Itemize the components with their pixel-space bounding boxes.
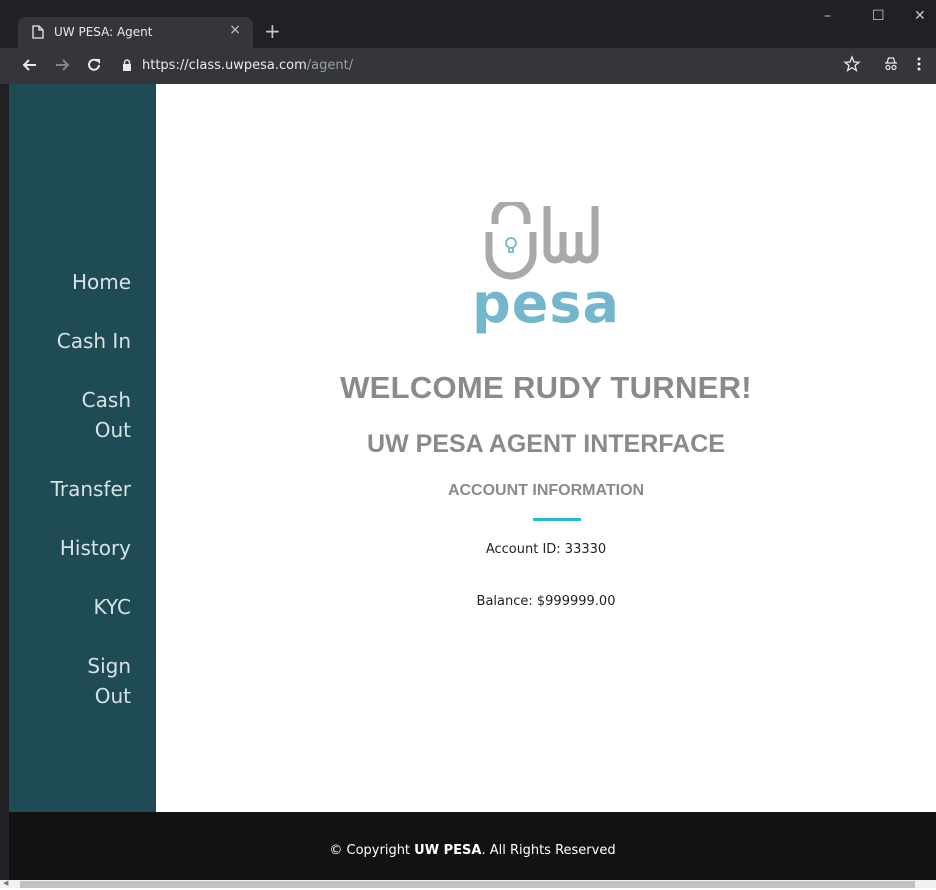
sidebar-item-kyc[interactable]: KYC	[9, 592, 156, 622]
sidebar-item-cash-out[interactable]: Cash Out	[71, 385, 156, 445]
sidebar-item-transfer[interactable]: Transfer	[9, 474, 156, 504]
window-edge	[0, 84, 9, 880]
minimize-icon[interactable]: –	[824, 8, 831, 24]
address-bar[interactable]: https://class.uwpesa.com/agent/	[122, 53, 882, 79]
browser-toolbar: https://class.uwpesa.com/agent/	[0, 48, 936, 84]
new-tab-icon[interactable]: +	[264, 19, 281, 43]
sidebar-item-sign-out[interactable]: Sign Out	[71, 651, 156, 711]
back-arrow-icon[interactable]	[20, 55, 40, 75]
page: Home Cash In Cash Out Transfer History K…	[9, 84, 936, 880]
footer-suffix: . All Rights Reserved	[481, 843, 616, 858]
sidebar-item-home[interactable]: Home	[9, 267, 156, 297]
horizontal-scrollbar[interactable]: ◀	[0, 880, 936, 888]
scroll-left-icon[interactable]: ◀	[3, 880, 8, 888]
lock-icon	[122, 55, 132, 71]
menu-kebab-icon[interactable]	[916, 55, 936, 75]
sidebar-item-cash-in[interactable]: Cash In	[9, 326, 156, 356]
footer-brand: UW PESA	[414, 843, 482, 858]
bookmark-star-icon[interactable]	[843, 55, 863, 75]
page-icon	[32, 25, 46, 40]
browser-tab[interactable]: UW PESA: Agent ×	[18, 17, 253, 48]
sidebar: Home Cash In Cash Out Transfer History K…	[9, 84, 156, 812]
reload-icon[interactable]	[84, 55, 104, 75]
main-content: pesa WELCOME RUDY TURNER! UW PESA AGENT …	[156, 84, 936, 812]
forward-arrow-icon[interactable]	[52, 55, 72, 75]
maximize-icon[interactable]: ☐	[872, 8, 885, 24]
tab-title: UW PESA: Agent	[54, 25, 153, 39]
sidebar-nav: Home Cash In Cash Out Transfer History K…	[9, 267, 156, 740]
incognito-icon[interactable]	[882, 55, 902, 75]
scrollbar-thumb[interactable]	[20, 881, 915, 888]
interface-subtitle: UW PESA AGENT INTERFACE	[367, 430, 725, 458]
account-info-heading: ACCOUNT INFORMATION	[447, 482, 645, 499]
url-host: https://class.uwpesa.com	[142, 58, 307, 73]
footer-prefix: © Copyright	[329, 843, 415, 858]
accent-divider	[533, 518, 581, 521]
sidebar-item-history[interactable]: History	[9, 533, 156, 563]
account-id: Account ID: 33330	[485, 542, 607, 557]
footer: © Copyright UW PESA. All Rights Reserved	[9, 812, 936, 880]
tab-close-icon[interactable]: ×	[229, 22, 241, 38]
account-balance: Balance: $999999.00	[476, 594, 616, 609]
welcome-heading: WELCOME RUDY TURNER!	[340, 370, 752, 405]
logo-wordmark: pesa	[472, 272, 620, 335]
browser-tab-strip: UW PESA: Agent × + – ☐ ✕	[0, 0, 936, 48]
url-path: /agent/	[306, 58, 354, 73]
close-window-icon[interactable]: ✕	[914, 8, 926, 24]
